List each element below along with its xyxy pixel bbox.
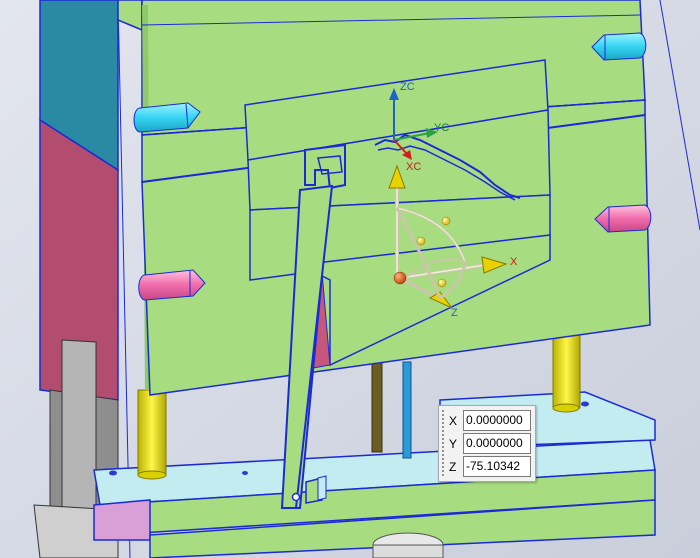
z-coordinate-field[interactable]: -75.10342 (463, 456, 531, 477)
drag-grip-icon[interactable] (441, 409, 446, 477)
y-coordinate-row: Y 0.0000000 (449, 433, 531, 454)
y-coordinate-field[interactable]: 0.0000000 (463, 433, 531, 454)
rotate-handle-icon[interactable] (441, 216, 451, 226)
x-handle-label: X (510, 256, 518, 268)
z-handle-label: Z (451, 307, 458, 319)
xc-axis-label: XC (406, 161, 421, 173)
guide-pin-right[interactable] (552, 327, 581, 413)
guide-pin-left[interactable] (137, 389, 167, 480)
z-coordinate-row: Z -75.10342 (449, 456, 531, 477)
rotate-handle-icon[interactable] (416, 236, 426, 246)
y-coordinate-label: Y (449, 436, 458, 451)
rotate-handle-icon[interactable] (437, 278, 447, 288)
origin-handle-icon[interactable] (393, 271, 407, 285)
cad-viewport[interactable]: ZC YC XC X Z (0, 0, 700, 558)
z-coordinate-label: Z (449, 459, 457, 474)
x-coordinate-label: X (449, 413, 458, 428)
ejector-rod-brown[interactable] (371, 361, 383, 453)
yc-axis-label: YC (434, 122, 449, 134)
coordinate-input-panel: X 0.0000000 Y 0.0000000 Z -75.10342 (438, 405, 536, 482)
x-coordinate-field[interactable]: 0.0000000 (463, 410, 531, 431)
ejector-rod-blue[interactable] (402, 361, 412, 459)
x-coordinate-row: X 0.0000000 (449, 410, 531, 431)
zc-axis-label: ZC (400, 81, 415, 93)
